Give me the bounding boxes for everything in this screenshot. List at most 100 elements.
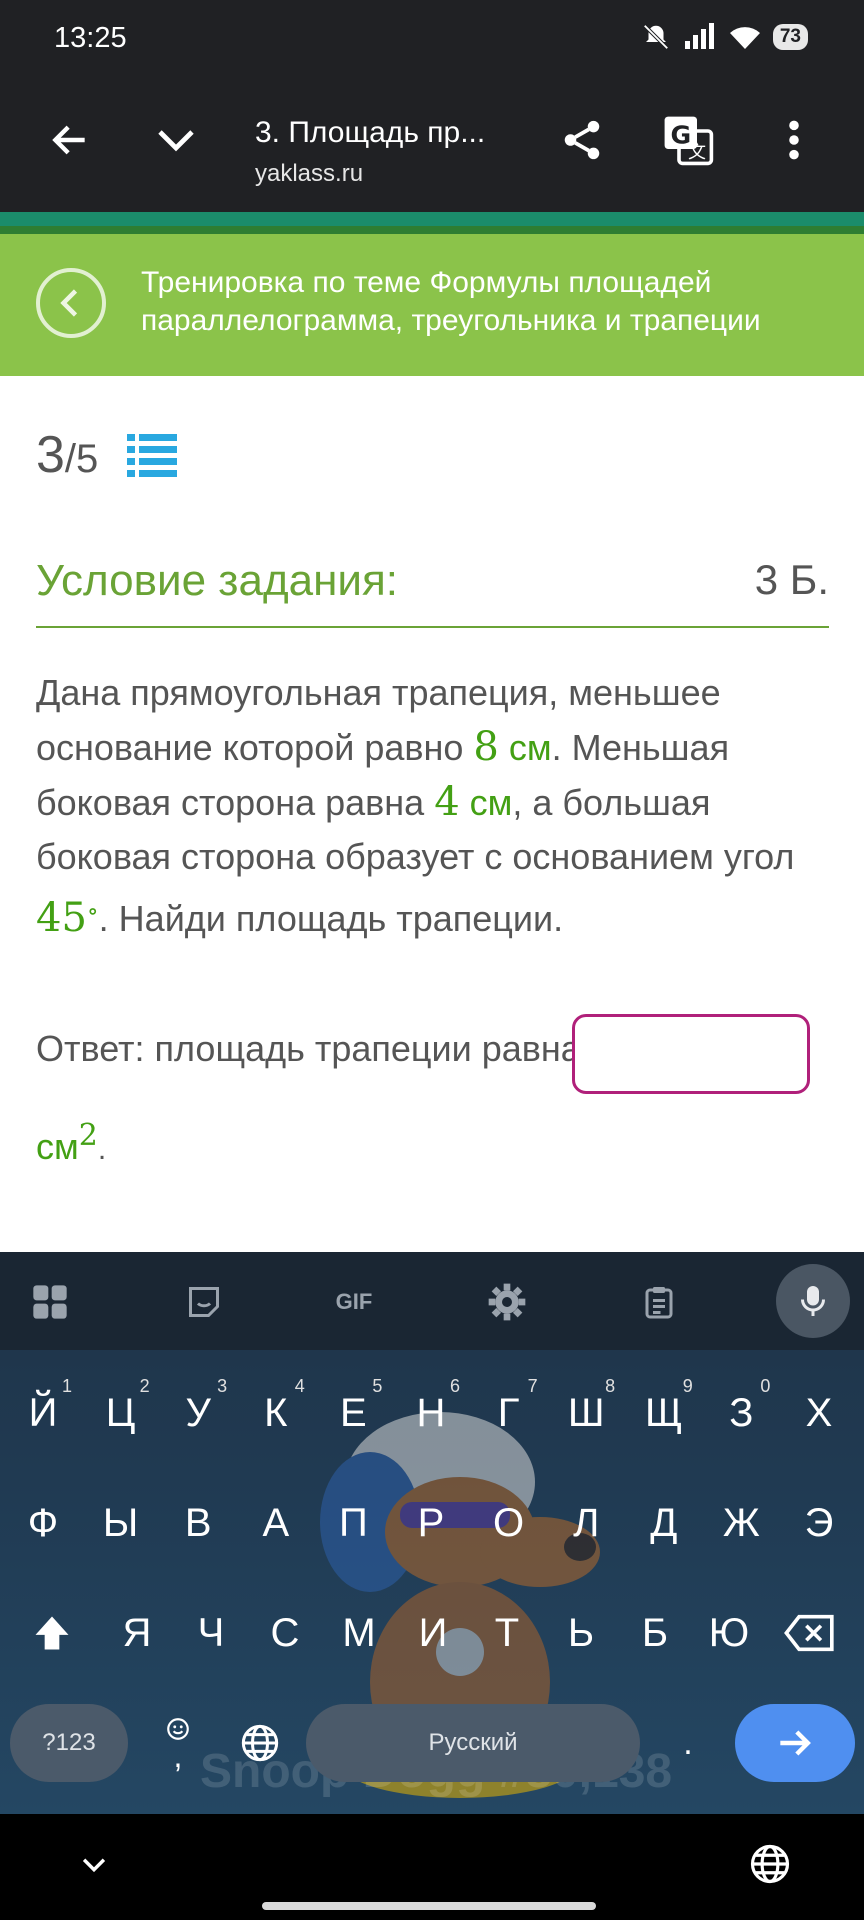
key-row2-8[interactable]: Д xyxy=(629,1478,699,1568)
key-label: Й xyxy=(28,1390,58,1435)
key-label: Ь xyxy=(567,1610,595,1655)
key-label: Я xyxy=(122,1610,152,1655)
key-row2-7[interactable]: Л xyxy=(551,1478,621,1568)
backspace-icon xyxy=(784,1614,834,1652)
key-label: З xyxy=(729,1390,754,1435)
key-row3-6[interactable]: Ь xyxy=(546,1588,616,1678)
answer-input[interactable] xyxy=(572,1014,810,1094)
math-value: 4 xyxy=(434,779,460,825)
settings-icon[interactable] xyxy=(483,1278,531,1326)
key-row1-9[interactable]: З0 xyxy=(706,1368,776,1458)
key-label: С xyxy=(270,1610,300,1655)
key-label: Ш xyxy=(567,1390,605,1435)
key-row1-0[interactable]: Й1 xyxy=(8,1368,78,1458)
gesture-handle[interactable] xyxy=(262,1902,596,1910)
key-row1-8[interactable]: Щ9 xyxy=(629,1368,699,1458)
clipboard-icon[interactable] xyxy=(635,1278,683,1326)
microphone-button[interactable] xyxy=(776,1264,850,1338)
key-label: И xyxy=(418,1610,448,1655)
key-row2-2[interactable]: В xyxy=(163,1478,233,1568)
key-label: Н xyxy=(416,1390,446,1435)
status-time: 13:25 xyxy=(54,22,127,54)
key-row2-6[interactable]: О xyxy=(474,1478,544,1568)
key-row1-7[interactable]: Ш8 xyxy=(551,1368,621,1458)
space-key[interactable]: Русский xyxy=(306,1704,640,1782)
key-row2-3[interactable]: А xyxy=(241,1478,311,1568)
key-row1-6[interactable]: Г7 xyxy=(474,1368,544,1458)
key-label: Е xyxy=(340,1390,367,1435)
key-hint-number: 0 xyxy=(760,1376,771,1396)
sticker-icon[interactable] xyxy=(180,1278,228,1326)
language-key[interactable] xyxy=(230,1704,290,1782)
key-label: Щ xyxy=(645,1390,683,1435)
globe-icon[interactable] xyxy=(738,1832,802,1896)
task-list-icon[interactable] xyxy=(127,432,177,478)
arrow-right-icon xyxy=(780,1730,811,1756)
key-row3-8[interactable]: Ю xyxy=(694,1588,764,1678)
globe-icon xyxy=(241,1724,279,1762)
key-row2-4[interactable]: П xyxy=(318,1478,388,1568)
svg-text:文: 文 xyxy=(688,142,706,163)
hide-keyboard-icon[interactable] xyxy=(62,1832,126,1896)
backspace-key[interactable] xyxy=(770,1588,850,1678)
key-row1-5[interactable]: Н6 xyxy=(396,1368,466,1458)
key-label: Э xyxy=(804,1500,834,1545)
navigation-bar xyxy=(0,1814,864,1920)
key-label: Ц xyxy=(105,1390,136,1435)
key-row2-0[interactable]: Ф xyxy=(8,1478,78,1568)
progress-current: 3 xyxy=(36,426,65,484)
status-bar: 13:25 73 xyxy=(0,0,864,80)
back-arrow-icon[interactable] xyxy=(38,108,102,172)
key-row2-5[interactable]: Р xyxy=(396,1478,466,1568)
key-row2-9[interactable]: Ж xyxy=(706,1478,776,1568)
key-label: Х xyxy=(805,1390,833,1435)
shift-key[interactable] xyxy=(14,1588,90,1678)
key-row1-2[interactable]: У3 xyxy=(163,1368,233,1458)
unit-power: 2 xyxy=(78,1118,98,1153)
progress-stripe xyxy=(0,212,864,226)
key-row3-7[interactable]: Б xyxy=(620,1588,690,1678)
key-row3-2[interactable]: С xyxy=(250,1588,320,1678)
apps-icon[interactable] xyxy=(26,1278,74,1326)
symbols-key[interactable]: ?123 xyxy=(10,1704,128,1782)
key-hint-number: 6 xyxy=(449,1376,460,1396)
key-hint-number: 9 xyxy=(682,1376,693,1396)
enter-key[interactable] xyxy=(735,1704,855,1782)
key-row1-3[interactable]: К4 xyxy=(241,1368,311,1458)
answer-unit: см2. xyxy=(36,1118,106,1168)
key-hint-number: 7 xyxy=(527,1376,538,1396)
key-row3-1[interactable]: Ч xyxy=(176,1588,246,1678)
page-url[interactable]: yaklass.ru xyxy=(255,160,363,188)
key-label: О xyxy=(493,1500,525,1545)
task-text-part: . Найди площадь трапеции. xyxy=(98,898,564,939)
period-key[interactable]: . xyxy=(660,1704,716,1782)
math-unit: см xyxy=(498,727,552,768)
status-icons: 73 xyxy=(641,22,808,52)
key-row3-5[interactable]: Т xyxy=(472,1588,542,1678)
chevron-down-icon[interactable] xyxy=(144,108,208,172)
key-hint-number: 2 xyxy=(139,1376,150,1396)
emoji-comma-key[interactable]: , xyxy=(148,1704,208,1782)
more-vertical-icon[interactable] xyxy=(762,108,826,172)
key-row3-0[interactable]: Я xyxy=(102,1588,172,1678)
progress-separator: / xyxy=(64,437,77,481)
topic-back-button[interactable] xyxy=(36,268,106,338)
math-value: 45 xyxy=(36,895,87,941)
key-hint-number: 8 xyxy=(605,1376,616,1396)
answer-label: Ответ: площадь трапеции равна xyxy=(36,1028,581,1069)
unit-suffix: . xyxy=(97,1133,107,1166)
keyboard: Snoop Dogg #80,138 GIF Й1Ц2У3К4Е5Н6Г7Ш8Щ… xyxy=(0,1252,864,1814)
key-row2-10[interactable]: Э xyxy=(784,1478,854,1568)
translate-icon[interactable]: G文 xyxy=(656,108,720,172)
chevron-left-icon xyxy=(60,289,78,317)
gif-button[interactable]: GIF xyxy=(330,1278,378,1326)
comma-label: , xyxy=(173,1738,183,1774)
key-row1-10[interactable]: Х xyxy=(784,1368,854,1458)
key-row3-3[interactable]: М xyxy=(324,1588,394,1678)
key-row1-1[interactable]: Ц2 xyxy=(86,1368,156,1458)
page-title[interactable]: 3. Площадь пр... xyxy=(255,116,485,150)
share-icon[interactable] xyxy=(550,108,614,172)
key-row2-1[interactable]: Ы xyxy=(86,1478,156,1568)
key-row1-4[interactable]: Е5 xyxy=(318,1368,388,1458)
key-row3-4[interactable]: И xyxy=(398,1588,468,1678)
